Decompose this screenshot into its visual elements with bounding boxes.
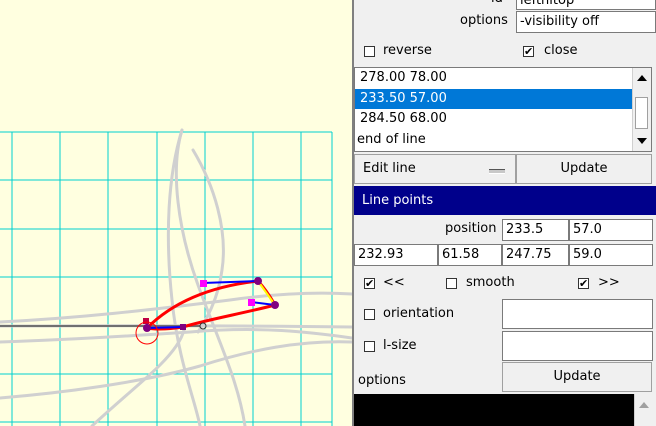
check-icon: ✔ bbox=[524, 45, 534, 58]
check-icon: ✔ bbox=[579, 277, 589, 290]
dropdown-icon bbox=[489, 169, 505, 174]
smooth-checkbox[interactable] bbox=[446, 278, 457, 289]
canvas-drawing[interactable] bbox=[0, 0, 352, 426]
orientation-label: orientation bbox=[383, 306, 455, 321]
edit-mode-dropdown[interactable]: Edit line bbox=[354, 154, 516, 184]
next-handle-checkbox[interactable]: ✔ bbox=[578, 278, 589, 289]
options-text-area[interactable] bbox=[354, 394, 634, 426]
handle-in-x-field[interactable]: 232.93 bbox=[354, 244, 438, 266]
grid bbox=[0, 131, 333, 426]
background-lines bbox=[0, 128, 352, 426]
prev-handle-label: << bbox=[383, 275, 405, 290]
line-points-header: Line points bbox=[354, 186, 656, 215]
handle-in-y-field[interactable]: 61.58 bbox=[438, 244, 502, 266]
orientation-field[interactable] bbox=[502, 299, 653, 329]
point-list[interactable]: 278.00 78.00 233.50 57.00 284.50 68.00 e… bbox=[354, 67, 652, 152]
handle-out-y-field[interactable]: 59.0 bbox=[569, 244, 653, 266]
reverse-checkbox[interactable] bbox=[364, 46, 375, 57]
properties-panel: id leftnltop options -visibility off rev… bbox=[354, 0, 656, 426]
id-label: id bbox=[491, 0, 503, 6]
list-item[interactable]: 284.50 68.00 bbox=[355, 109, 651, 130]
smooth-label: smooth bbox=[466, 275, 515, 290]
options-label: options bbox=[460, 13, 508, 28]
id-field[interactable]: leftnltop bbox=[516, 0, 656, 10]
reverse-label: reverse bbox=[383, 43, 432, 58]
position-label: position bbox=[445, 221, 497, 236]
check-icon: ✔ bbox=[365, 277, 375, 290]
prev-handle-checkbox[interactable]: ✔ bbox=[364, 278, 375, 289]
yellow-segment bbox=[257, 280, 276, 306]
scroll-up-icon[interactable] bbox=[637, 75, 647, 81]
list-item-selected[interactable]: 233.50 57.00 bbox=[355, 88, 651, 109]
scroll-up-icon[interactable] bbox=[639, 402, 649, 408]
options-field[interactable]: -visibility off bbox=[516, 11, 656, 33]
orientation-checkbox[interactable] bbox=[364, 309, 375, 320]
line-options-update-button[interactable]: Update bbox=[502, 362, 652, 392]
close-label: close bbox=[544, 43, 578, 58]
scroll-thumb[interactable] bbox=[635, 97, 648, 129]
map-canvas[interactable] bbox=[0, 0, 352, 426]
line-options-label: options bbox=[358, 373, 406, 388]
position-x-field[interactable]: 233.5 bbox=[502, 219, 569, 241]
scroll-down-icon[interactable] bbox=[637, 138, 647, 144]
update-button[interactable]: Update bbox=[516, 154, 652, 184]
handle-out-x-field[interactable]: 247.75 bbox=[502, 244, 569, 266]
edit-mode-value: Edit line bbox=[363, 161, 416, 176]
position-y-field[interactable]: 57.0 bbox=[569, 219, 653, 241]
lsize-field[interactable] bbox=[502, 331, 653, 361]
lsize-label: l-size bbox=[383, 338, 417, 353]
close-checkbox[interactable]: ✔ bbox=[523, 46, 534, 57]
control-points bbox=[143, 277, 279, 332]
list-item[interactable]: 278.00 78.00 bbox=[355, 68, 651, 89]
list-scrollbar[interactable] bbox=[632, 68, 651, 151]
list-item[interactable]: end of line bbox=[355, 130, 651, 151]
lsize-checkbox[interactable] bbox=[364, 341, 375, 352]
next-handle-label: >> bbox=[598, 275, 620, 290]
options-scrollbar[interactable] bbox=[634, 394, 653, 426]
